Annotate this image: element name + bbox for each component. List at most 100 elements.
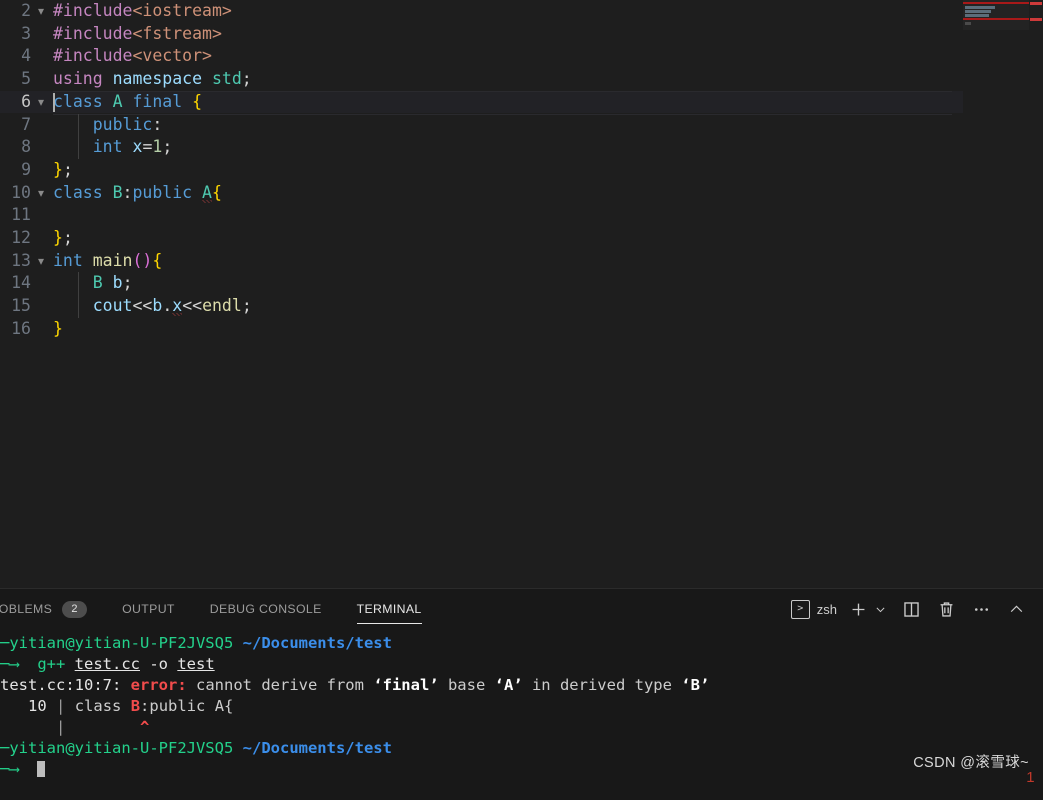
- code-line-text: B b;: [92, 273, 133, 293]
- code-line[interactable]: 10 ▾ class B:public A{: [0, 182, 963, 205]
- code-line-text: class B:public A{: [53, 182, 222, 205]
- error-source-code-post: :public A{: [140, 697, 234, 715]
- overview-error-mark: [1030, 18, 1042, 21]
- error-final-token: ‘final’: [373, 676, 439, 694]
- problems-count-badge: 2: [62, 600, 88, 618]
- terminal-error-source: 10 | class B:public A{: [0, 696, 1043, 717]
- code-editor[interactable]: 2 ▾ #include<iostream> 3 #include<fstrea…: [0, 0, 1043, 588]
- error-location: test.cc:10:7:: [0, 676, 122, 694]
- terminal-cursor: [37, 761, 46, 777]
- tab-output-label: OUTPUT: [122, 602, 175, 616]
- code-line[interactable]: 15 cout<<b.x<<endl;: [0, 295, 963, 319]
- error-base-token: ‘A’: [494, 676, 523, 694]
- code-line-text: };: [53, 228, 73, 247]
- shell-name-label: zsh: [816, 601, 837, 617]
- code-line[interactable]: 8 int x=1;: [0, 136, 963, 159]
- chevron-down-icon[interactable]: ▾: [34, 91, 48, 114]
- editor-overview-ruler[interactable]: [1029, 0, 1043, 588]
- editor-minimap[interactable]: [963, 0, 1029, 588]
- terminal-icon: >: [790, 599, 810, 619]
- tab-terminal[interactable]: TERMINAL: [348, 589, 431, 629]
- error-caret: ^: [140, 718, 150, 736]
- line-number: 8: [21, 137, 31, 157]
- line-number: 12: [11, 228, 31, 247]
- line-number: 10: [11, 182, 31, 202]
- code-line[interactable]: 11: [0, 204, 963, 227]
- prompt-user-host: yitian@yitian-U-PF2JVSQ5: [9, 634, 234, 652]
- code-line-text: };: [53, 159, 73, 179]
- terminal-input-line[interactable]: ─⟶: [0, 759, 1043, 780]
- chevron-down-icon[interactable]: ▾: [34, 250, 48, 273]
- error-derived-token: ‘B’: [681, 676, 710, 694]
- error-source-code-pre: class: [74, 697, 131, 715]
- terminal-shell-selector[interactable]: > zsh: [790, 596, 840, 622]
- code-line-text: }: [53, 318, 63, 338]
- error-message-pre: cannot derive from: [186, 676, 374, 694]
- error-caret-bar: |: [56, 718, 66, 736]
- text-cursor: [53, 93, 55, 112]
- hide-panel-chevron-up-icon[interactable]: [1003, 596, 1029, 622]
- code-line[interactable]: 3 #include<fstream>: [0, 23, 963, 46]
- chevron-down-icon[interactable]: ▾: [34, 0, 48, 23]
- line-number: 15: [11, 296, 31, 316]
- bottom-panel: PROBLEMS 2 OUTPUT DEBUG CONSOLE TERMINAL…: [0, 588, 1043, 800]
- minimap-code-row: [965, 10, 991, 13]
- terminal-command-line: ─⟶ g++ test.cc -o test: [0, 655, 215, 673]
- panel-tab-list: PROBLEMS 2 OUTPUT DEBUG CONSOLE TERMINAL: [0, 589, 448, 629]
- new-terminal-button[interactable]: [845, 596, 871, 622]
- code-line-text: public:: [92, 114, 163, 134]
- ellipsis-icon[interactable]: [968, 596, 994, 622]
- minimap-code-row: [965, 14, 989, 17]
- error-source-lineno: 10: [28, 697, 47, 715]
- terminal-error-caret: | ^: [0, 717, 1043, 738]
- code-line-text: #include<iostream>: [53, 1, 232, 20]
- line-number: 3: [21, 23, 31, 43]
- line-number: 11: [11, 205, 31, 225]
- terminal-prompt-line: ─yitian@yitian-U-PF2JVSQ5 ~/Documents/te…: [0, 634, 392, 652]
- line-number: 13: [11, 250, 31, 270]
- tab-problems[interactable]: PROBLEMS 2: [0, 589, 96, 629]
- line-number: 5: [21, 69, 31, 89]
- code-line[interactable]: 2 ▾ #include<iostream>: [0, 0, 963, 23]
- error-derived-mid: in derived type: [522, 676, 682, 694]
- split-terminal-button[interactable]: [898, 596, 924, 622]
- line-number: 2: [21, 1, 31, 20]
- indent-guide: [78, 113, 79, 159]
- line-number: 7: [21, 114, 31, 134]
- prompt-path: ~/Documents/test: [242, 739, 392, 757]
- code-line-text: using namespace std;: [53, 69, 252, 89]
- indent-guide: [78, 272, 79, 318]
- code-line[interactable]: 16 }: [0, 318, 963, 341]
- code-line[interactable]: 5 using namespace std;: [0, 68, 963, 91]
- minimap-error-mark: [963, 18, 1029, 20]
- line-number: 9: [21, 159, 31, 179]
- tab-debug-console[interactable]: DEBUG CONSOLE: [201, 589, 331, 629]
- editor-code-area[interactable]: 2 ▾ #include<iostream> 3 #include<fstrea…: [0, 0, 963, 588]
- panel-actions: > zsh: [790, 589, 1029, 629]
- tab-problems-label: PROBLEMS: [0, 602, 53, 616]
- code-line[interactable]: 12 };: [0, 227, 963, 250]
- minimap-code-row: [965, 22, 971, 25]
- code-line[interactable]: 4 #include<vector>: [0, 45, 963, 68]
- tab-terminal-label: TERMINAL: [356, 602, 422, 616]
- code-line-text: cout<<b.x<<endl;: [53, 295, 252, 319]
- tab-debug-console-label: DEBUG CONSOLE: [209, 602, 322, 616]
- prompt-path: ~/Documents/test: [242, 634, 392, 652]
- terminal-output[interactable]: ─yitian@yitian-U-PF2JVSQ5 ~/Documents/te…: [0, 629, 1043, 800]
- tab-output[interactable]: OUTPUT: [113, 589, 184, 629]
- line-number: 14: [11, 273, 31, 293]
- code-line-text: int main(){: [53, 250, 163, 270]
- code-line-text: #include<fstream>: [53, 23, 222, 43]
- code-line[interactable]: 9 };: [0, 159, 963, 182]
- terminal-error-head: test.cc:10:7: error: cannot derive from …: [0, 675, 1043, 696]
- code-line[interactable]: 7 public:: [0, 114, 963, 137]
- chevron-down-icon[interactable]: ▾: [34, 182, 48, 205]
- error-base-mid: base: [438, 676, 495, 694]
- prompt-user-host: yitian@yitian-U-PF2JVSQ5: [9, 739, 234, 757]
- code-line[interactable]: 13 ▾ int main(){: [0, 250, 963, 273]
- code-line[interactable]: 14 B b;: [0, 272, 963, 295]
- trash-icon[interactable]: [933, 596, 959, 622]
- chevron-down-icon[interactable]: [871, 596, 889, 622]
- code-line-active[interactable]: 6 ▾ class A final {: [0, 90, 963, 116]
- error-source-code-highlight: B: [130, 697, 141, 715]
